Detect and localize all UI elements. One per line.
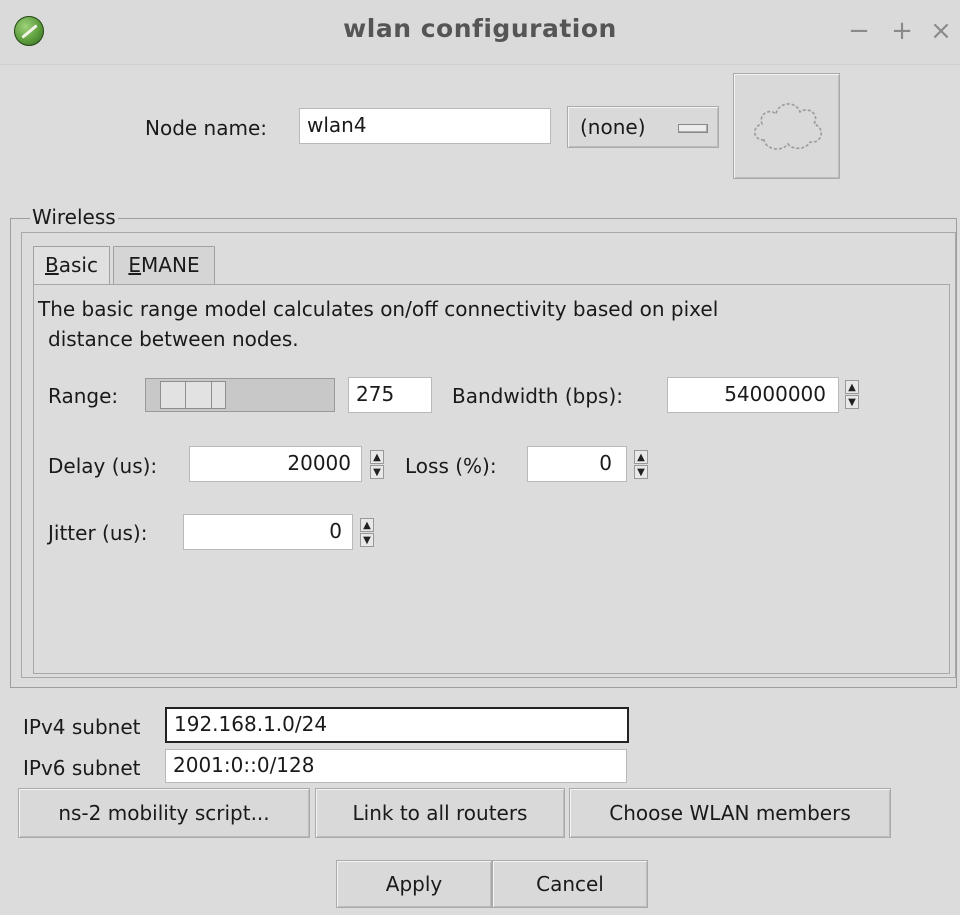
maximize-button[interactable]: +	[889, 14, 915, 48]
delay-label: Delay (us):	[48, 454, 158, 478]
cloud-icon	[753, 103, 822, 150]
spin-down-icon[interactable]: ▼	[360, 533, 374, 547]
ipv6-subnet-label: IPv6 subnet	[23, 756, 141, 780]
spin-up-icon[interactable]: ▲	[845, 380, 859, 394]
tab-basic-mnemonic: B	[45, 253, 59, 277]
minimize-button[interactable]: −	[846, 14, 872, 48]
spin-up-icon[interactable]: ▲	[360, 518, 374, 532]
close-button[interactable]: ×	[928, 14, 954, 48]
ipv6-subnet-input[interactable]: 2001:0::0/128	[165, 749, 627, 783]
range-model-description-line1: The basic range model calculates on/off …	[38, 297, 719, 321]
tab-emane-label: MANE	[141, 253, 200, 277]
node-icon-button[interactable]	[733, 73, 840, 179]
cancel-button[interactable]: Cancel	[492, 860, 648, 908]
ipv4-subnet-input[interactable]: 192.168.1.0/24	[165, 707, 629, 743]
ipv4-subnet-label: IPv4 subnet	[23, 715, 141, 739]
window-title: wlan configuration	[343, 14, 617, 43]
spin-down-icon[interactable]: ▼	[370, 465, 384, 479]
node-name-input[interactable]: wlan4	[299, 108, 551, 144]
jitter-spinner[interactable]: ▲ ▼	[360, 518, 374, 548]
loss-label: Loss (%):	[405, 454, 497, 478]
range-input[interactable]: 275	[348, 377, 432, 413]
loss-spinner[interactable]: ▲ ▼	[634, 450, 648, 480]
spin-down-icon[interactable]: ▼	[634, 465, 648, 479]
loss-input[interactable]: 0	[527, 446, 627, 482]
tab-emane-mnemonic: E	[128, 253, 142, 277]
tab-emane[interactable]: EMANE	[113, 246, 215, 284]
spin-up-icon[interactable]: ▲	[634, 450, 648, 464]
node-name-label: Node name:	[145, 116, 268, 140]
tab-basic[interactable]: Basic	[33, 246, 110, 284]
ns2-mobility-script-button[interactable]: ns-2 mobility script...	[18, 788, 310, 838]
link-to-all-routers-button[interactable]: Link to all routers	[315, 788, 565, 838]
tab-basic-label: asic	[58, 253, 98, 277]
canvas-select[interactable]: (none)	[567, 106, 719, 148]
wireless-legend: Wireless	[30, 205, 118, 229]
bandwidth-label: Bandwidth (bps):	[452, 384, 623, 408]
jitter-label: Jitter (us):	[48, 521, 148, 545]
range-slider-handle[interactable]	[160, 381, 226, 409]
dropdown-indicator-icon	[678, 124, 708, 133]
apply-button[interactable]: Apply	[336, 860, 492, 908]
bandwidth-spinner[interactable]: ▲ ▼	[845, 380, 859, 410]
range-label: Range:	[48, 384, 119, 408]
spin-up-icon[interactable]: ▲	[370, 450, 384, 464]
bandwidth-input[interactable]: 54000000	[667, 377, 839, 413]
spin-down-icon[interactable]: ▼	[845, 395, 859, 409]
jitter-input[interactable]: 0	[183, 514, 353, 550]
delay-input[interactable]: 20000	[189, 446, 362, 482]
range-slider[interactable]	[145, 378, 335, 412]
delay-spinner[interactable]: ▲ ▼	[370, 450, 384, 480]
canvas-select-value: (none)	[580, 115, 646, 139]
choose-wlan-members-button[interactable]: Choose WLAN members	[569, 788, 891, 838]
range-model-description-line2: distance between nodes.	[48, 327, 299, 351]
